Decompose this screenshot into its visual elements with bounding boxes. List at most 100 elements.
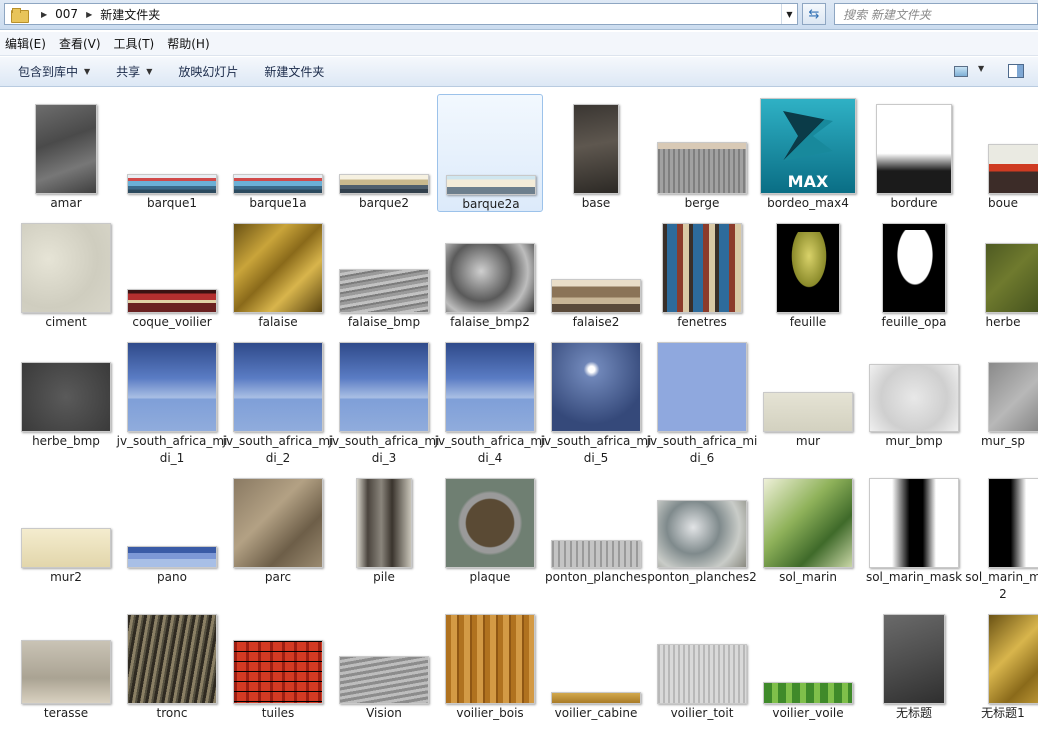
file-thumbnail [356,478,412,568]
file-item[interactable]: Vision [331,604,437,722]
file-thumbnail [127,174,217,194]
file-item[interactable]: jv_south_africa_midi_5 [541,332,651,465]
file-item[interactable]: tuiles [225,604,331,722]
file-name: mur2 [50,570,82,584]
file-item[interactable]: herbe_bmp [13,332,119,450]
file-name: herbe_bmp [32,434,100,448]
breadcrumb-007[interactable]: 007 [55,7,78,21]
file-item[interactable]: amar [13,94,119,212]
thumbnail-area [13,217,119,313]
refresh-button[interactable]: ⇆ [802,3,826,25]
file-name: bordeo_max4 [767,196,849,210]
chevron-right-icon[interactable]: ▶ [86,10,92,19]
file-item[interactable]: sol_marin [755,468,861,586]
file-item[interactable]: berge [649,94,755,212]
file-item[interactable]: barque1a [225,94,331,212]
view-options-chevron-icon[interactable]: ▼ [978,64,984,73]
file-item[interactable]: MAX bordeo_max4 [755,94,861,212]
file-item[interactable]: jv_south_africa_midi_1 [117,332,227,465]
change-view-icon[interactable] [954,66,968,77]
file-item[interactable]: 无标题 [861,604,967,722]
file-name: pano [157,570,187,584]
file-item[interactable]: jv_south_africa_midi_2 [223,332,333,465]
file-item[interactable]: jv_south_africa_midi_4 [435,332,545,465]
file-name: falaise [258,315,298,329]
thumbnail-area [225,336,331,432]
menu-edit[interactable]: 编辑(E) [0,35,54,52]
file-name: voilier_toit [670,706,734,720]
breadcrumb-current-folder[interactable]: 新建文件夹 [100,6,160,23]
chevron-right-icon[interactable]: ▶ [41,10,47,19]
address-box[interactable]: ▶ 007 ▶ 新建文件夹 ▼ [4,3,798,25]
file-item[interactable]: tronc [119,604,225,722]
file-item[interactable]: voilier_bois [437,604,543,722]
file-item[interactable]: barque2 [331,94,437,212]
file-item[interactable]: mur_sp [967,332,1038,450]
file-thumbnail [869,364,959,432]
file-thumbnail [573,104,619,194]
refresh-icon: ⇆ [808,6,820,22]
thumbnail-area: MAX [755,98,861,194]
file-item[interactable]: fenetres [649,213,755,331]
file-name: falaise_bmp2 [450,315,530,329]
file-item[interactable]: feuille_opa [861,213,967,331]
file-thumbnail [445,342,535,432]
file-item[interactable]: pano [119,468,225,586]
file-name: sol_marin [779,570,837,584]
file-item[interactable]: terasse [13,604,119,722]
file-item[interactable]: ponton_planches2 [647,468,757,586]
menu-tools[interactable]: 工具(T) [109,35,163,52]
thumbnail-area [755,608,861,704]
file-item[interactable]: ciment [13,213,119,331]
thumbnail-area [967,217,1038,313]
address-dropdown-icon[interactable]: ▼ [781,4,797,24]
file-name: jv_south_africa_midi_3 [328,434,440,465]
file-item[interactable]: plaque [437,468,543,586]
file-thumbnail [551,342,641,432]
file-item[interactable]: voilier_voile [755,604,861,722]
file-item[interactable]: mur2 [13,468,119,586]
file-item[interactable]: mur_bmp [861,332,967,450]
file-item[interactable]: jv_south_africa_midi_6 [647,332,757,465]
new-folder-button[interactable]: 新建文件夹 [264,63,324,80]
file-item[interactable]: barque1 [119,94,225,212]
file-item[interactable]: bordure [861,94,967,212]
file-item[interactable]: feuille [755,213,861,331]
file-thumbnail [985,243,1038,313]
file-item[interactable]: boue [967,94,1038,212]
preview-pane-icon[interactable] [1008,64,1024,78]
menu-view[interactable]: 查看(V) [54,35,109,52]
file-thumbnail [339,174,429,194]
file-item[interactable]: 无标题1 [967,604,1038,722]
file-item[interactable]: pile [331,468,437,586]
file-item[interactable]: falaise [225,213,331,331]
file-item[interactable]: sol_marin_mask [861,468,967,586]
file-item[interactable]: voilier_toit [649,604,755,722]
slideshow-button[interactable]: 放映幻灯片 [178,63,238,80]
thumbnail-area [13,608,119,704]
file-item[interactable]: parc [225,468,331,586]
share-button[interactable]: 共享 ▼ [116,63,152,80]
include-in-library-button[interactable]: 包含到库中 ▼ [18,63,90,80]
file-item[interactable]: herbe [967,213,1038,331]
file-item[interactable]: falaise_bmp2 [437,213,543,331]
search-input[interactable]: 搜索 新建文件夹 [834,3,1038,25]
file-item[interactable]: sol_marin_m2 [965,468,1038,601]
file-thumbnail [233,342,323,432]
file-item[interactable]: coque_voilier [119,213,225,331]
file-item[interactable]: falaise2 [543,213,649,331]
file-thumbnail [657,142,747,194]
thumbnail-area [13,336,119,432]
file-name: plaque [469,570,511,584]
file-name: amar [50,196,82,210]
file-item[interactable]: jv_south_africa_midi_3 [329,332,439,465]
file-item[interactable]: ponton_planches [543,468,649,586]
menu-help[interactable]: 帮助(H) [162,35,217,52]
file-item[interactable]: mur [755,332,861,450]
file-item[interactable]: falaise_bmp [331,213,437,331]
file-item[interactable]: voilier_cabine [543,604,649,722]
folder-icon [11,7,29,23]
file-item[interactable]: base [543,94,649,212]
file-item[interactable]: barque2a [437,94,543,212]
file-thumbnail [883,614,945,704]
